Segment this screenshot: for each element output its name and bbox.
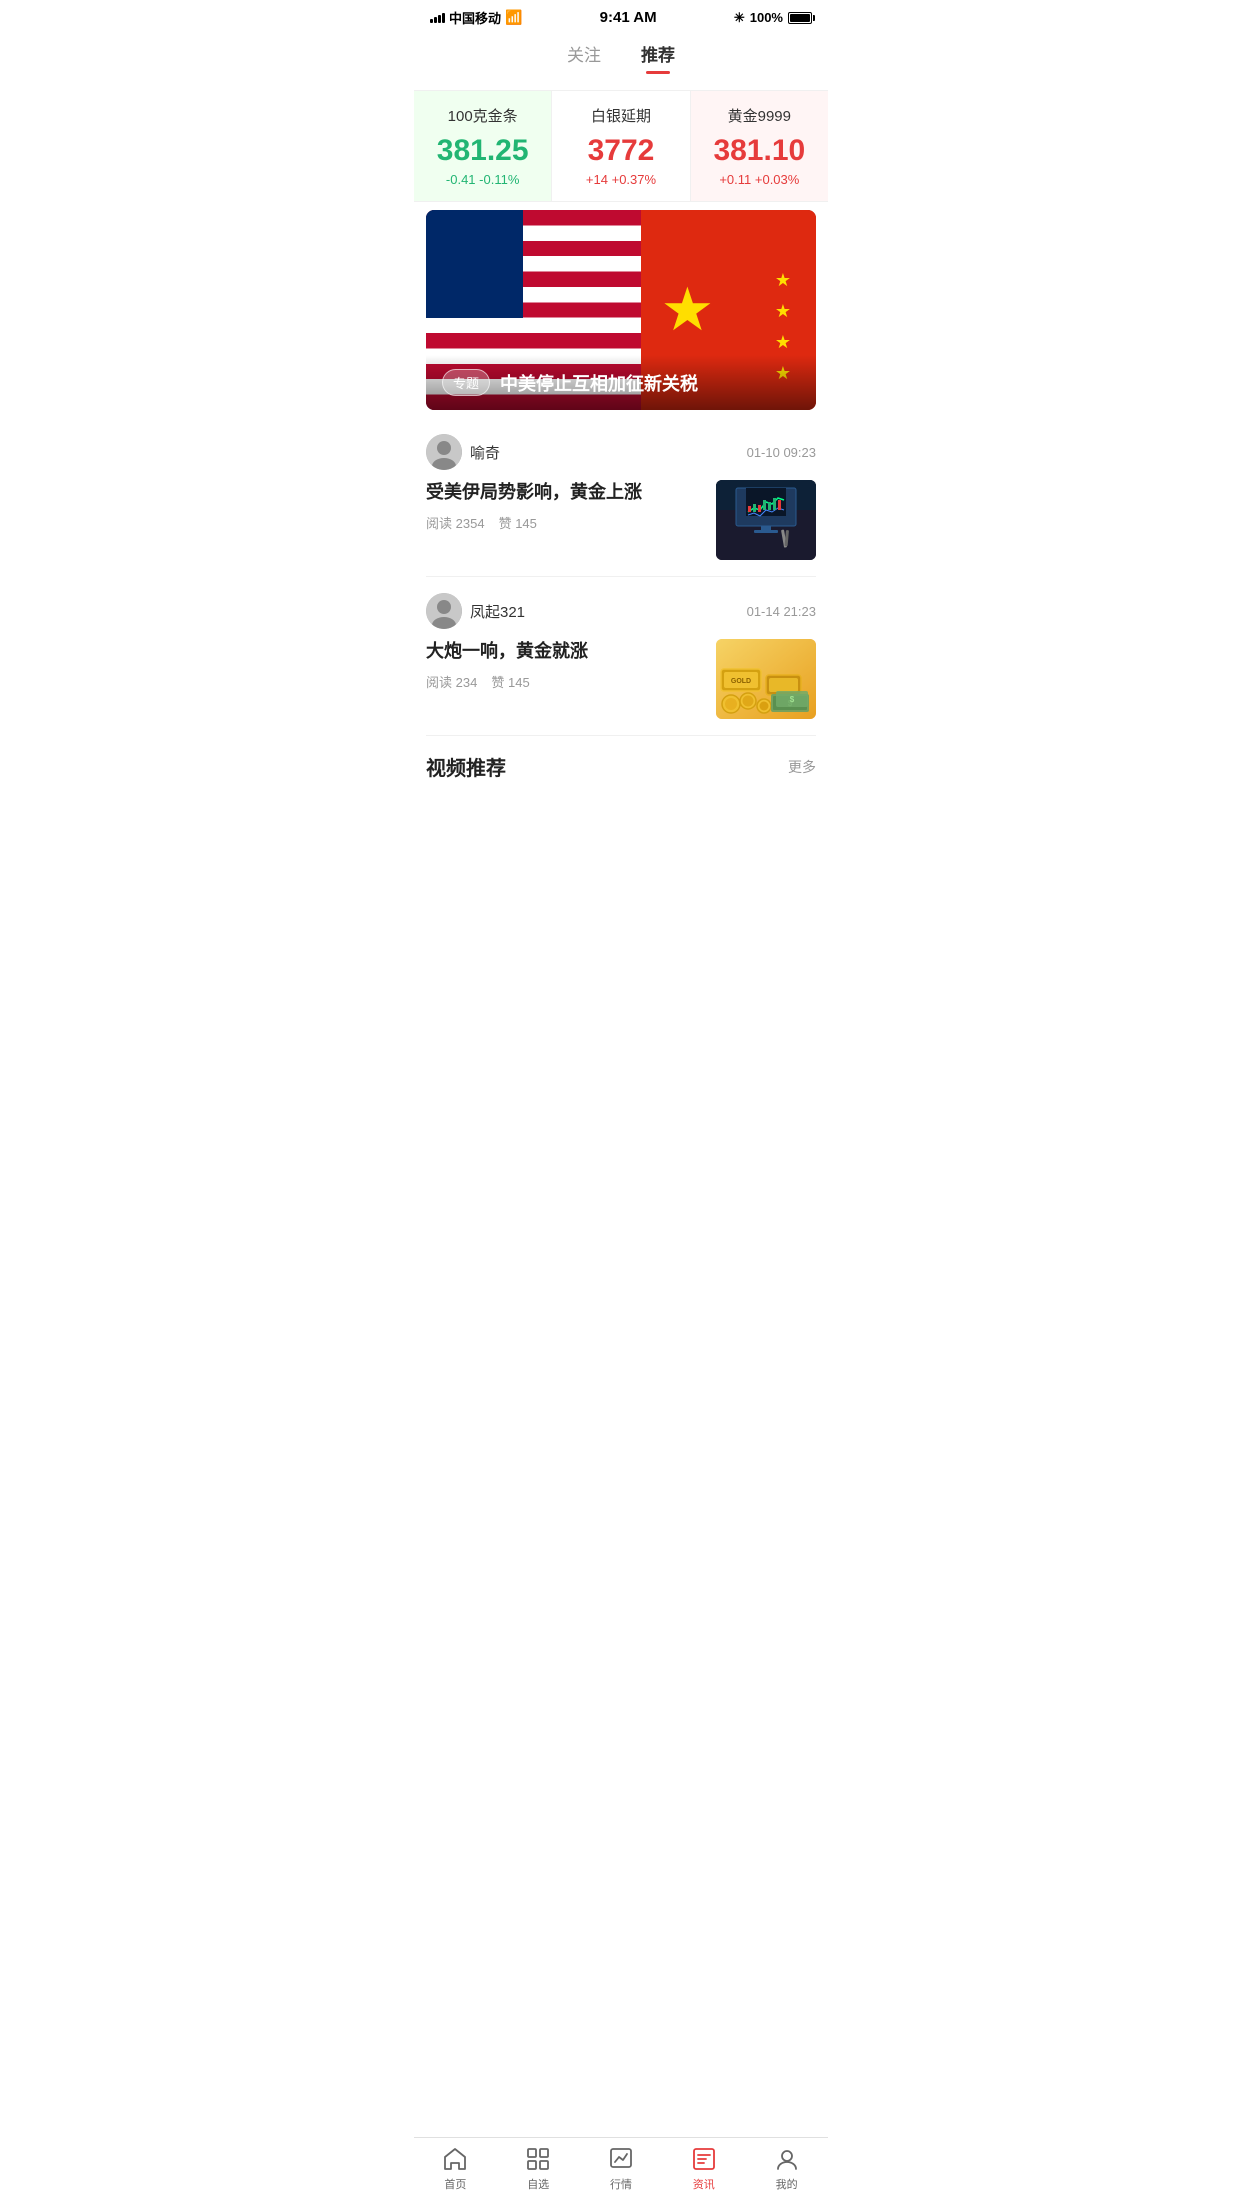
market-card-change-0: -0.41 -0.11% [424, 172, 541, 187]
market-card-price-0: 381.25 [424, 134, 541, 168]
content-tabs: 关注 推荐 [414, 31, 828, 74]
avatar-0 [426, 434, 462, 470]
market-cards: 100克金条 381.25 -0.41 -0.11% 白银延期 3772 +14… [414, 90, 828, 202]
cn-star-small-icon: ★ [775, 301, 791, 322]
grid-icon [525, 2146, 551, 2172]
battery-icon [788, 12, 812, 24]
article-title-0: 受美伊局势影响，黄金上涨 [426, 480, 704, 505]
article-time-1: 01-14 21:23 [747, 604, 816, 619]
cn-star-small-icon: ★ [775, 270, 791, 291]
article-author-0: 喻奇 [426, 434, 500, 470]
market-card-name-2: 黄金9999 [701, 105, 818, 126]
video-section: 视频推荐 更多 [414, 736, 828, 801]
market-card-change-2: +0.11 +0.03% [701, 172, 818, 187]
article-time-0: 01-10 09:23 [747, 445, 816, 460]
tab-bar-watchlist[interactable]: 自选 [508, 2146, 568, 2192]
bluetooth-icon: ✳ [734, 10, 745, 26]
svg-text:GOLD: GOLD [731, 678, 751, 685]
article-thumb-0 [716, 480, 816, 560]
banner[interactable]: ★ ★ ★ ★ ★ 专题 中美停止互相加征新关税 [426, 210, 816, 410]
market-card-gold-bar[interactable]: 100克金条 381.25 -0.41 -0.11% [414, 91, 552, 201]
market-card-gold-9999[interactable]: 黄金9999 381.10 +0.11 +0.03% [691, 91, 828, 201]
cn-star-small-icon: ★ [775, 332, 791, 353]
cn-star-large-icon: ★ [661, 275, 715, 345]
article-item-0[interactable]: 喻奇 01-10 09:23 受美伊局势影响，黄金上涨 阅读 2354 赞 14… [426, 418, 816, 577]
article-thumb-1: GOLD $ [716, 639, 816, 719]
svg-text:$: $ [790, 695, 795, 704]
tab-bar-market[interactable]: 行情 [591, 2146, 651, 2192]
tab-bar-market-label: 行情 [610, 2176, 632, 2192]
wifi-icon: 📶 [505, 9, 522, 26]
tab-bar-watchlist-label: 自选 [527, 2176, 549, 2192]
article-stats-1: 阅读 234 赞 145 [426, 672, 704, 691]
market-card-price-2: 381.10 [701, 134, 818, 168]
tab-bar-home[interactable]: 首页 [425, 2146, 485, 2192]
article-stats-0: 阅读 2354 赞 145 [426, 513, 704, 532]
video-section-title: 视频推荐 [426, 752, 506, 781]
home-icon [442, 2146, 468, 2172]
article-list: 喻奇 01-10 09:23 受美伊局势影响，黄金上涨 阅读 2354 赞 14… [414, 418, 828, 736]
market-card-silver[interactable]: 白银延期 3772 +14 +0.37% [552, 91, 690, 201]
banner-title: 中美停止互相加征新关税 [500, 370, 698, 396]
tab-bar-profile[interactable]: 我的 [757, 2146, 817, 2192]
market-card-name-1: 白银延期 [562, 105, 679, 126]
tab-bar-news[interactable]: 资讯 [674, 2146, 734, 2192]
signal-icon [430, 13, 445, 23]
status-bar: 中国移动 📶 9:41 AM ✳ 100% [414, 0, 828, 31]
video-more-link[interactable]: 更多 [788, 757, 816, 777]
tab-bar-home-label: 首页 [444, 2176, 466, 2192]
avatar-1 [426, 593, 462, 629]
clock: 9:41 AM [600, 9, 657, 26]
tab-bar-profile-label: 我的 [776, 2176, 798, 2192]
banner-tag: 专题 [442, 369, 490, 396]
battery-pct: 100% [750, 10, 783, 25]
tab-bar: 首页 自选 行情 [414, 2137, 828, 2208]
tab-recommend[interactable]: 推荐 [641, 41, 675, 74]
tab-bar-news-label: 资讯 [693, 2176, 715, 2192]
market-card-price-1: 3772 [562, 134, 679, 168]
market-card-change-1: +14 +0.37% [562, 172, 679, 187]
carrier-label: 中国移动 [449, 8, 501, 27]
chart-icon [608, 2146, 634, 2172]
profile-icon [774, 2146, 800, 2172]
news-icon [691, 2146, 717, 2172]
tab-follow[interactable]: 关注 [567, 41, 601, 74]
author-name-1: 凤起321 [470, 601, 525, 622]
author-name-0: 喻奇 [470, 442, 500, 463]
article-item-1[interactable]: 凤起321 01-14 21:23 大炮一响，黄金就涨 阅读 234 赞 145 [426, 577, 816, 736]
article-title-1: 大炮一响，黄金就涨 [426, 639, 704, 664]
market-card-name-0: 100克金条 [424, 105, 541, 126]
article-author-1: 凤起321 [426, 593, 525, 629]
